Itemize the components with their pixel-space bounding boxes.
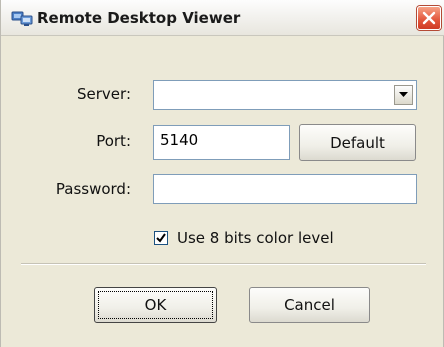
default-port-button-label: Default [330,133,385,152]
remote-desktop-dialog: Remote Desktop Viewer Server: Port: 5140… [0,0,444,347]
cancel-button[interactable]: Cancel [249,287,370,323]
close-icon [422,11,436,25]
port-value: 5140 [160,131,199,149]
port-input[interactable]: 5140 [153,125,290,160]
window-title: Remote Desktop Viewer [37,9,241,27]
title-bar[interactable]: Remote Desktop Viewer [1,0,444,36]
default-port-button[interactable]: Default [299,124,416,161]
color-level-checkbox[interactable] [154,231,168,245]
chevron-down-icon [399,92,408,97]
server-label: Server: [77,85,131,103]
separator [21,263,426,265]
password-label: Password: [55,180,131,198]
close-button[interactable] [417,6,441,30]
password-input[interactable] [153,174,417,204]
cancel-button-label: Cancel [284,296,335,314]
focus-ring [98,291,213,319]
checkmark-icon [156,233,166,243]
monitor-app-icon [11,9,33,27]
port-label: Port: [96,132,131,150]
color-level-label[interactable]: Use 8 bits color level [177,229,334,247]
ok-button[interactable]: OK [94,287,217,323]
server-dropdown-button[interactable] [394,85,413,105]
server-combobox[interactable] [153,80,417,110]
